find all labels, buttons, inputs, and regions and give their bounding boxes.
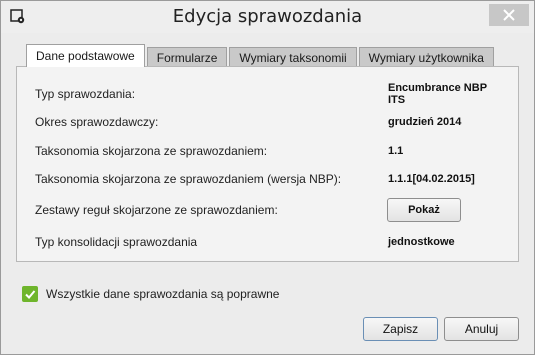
tab-dane-podstawowe[interactable]: Dane podstawowe: [26, 44, 145, 67]
checkmark-icon: [25, 290, 36, 299]
close-button[interactable]: [489, 4, 529, 26]
field-period: Okres sprawozdawczy: grudzień 2014: [35, 112, 505, 132]
data-valid-checkbox[interactable]: [22, 286, 38, 302]
dialog-window: Edycja sprawozdania Dane podstawowe Form…: [0, 0, 535, 355]
consolidation-value: jednostkowe: [388, 236, 455, 248]
data-valid-checkbox-row[interactable]: Wszystkie dane sprawozdania są poprawne: [22, 286, 279, 302]
title-bar[interactable]: Edycja sprawozdania: [1, 1, 534, 33]
taxonomy-nbp-label: Taksonomia skojarzona ze sprawozdaniem (…: [35, 172, 342, 186]
data-valid-label: Wszystkie dane sprawozdania są poprawne: [46, 287, 280, 301]
tab-wymiary-taksonomii[interactable]: Wymiary taksonomii: [229, 47, 357, 67]
tab-panel: Typ sprawozdania: Encumbrance NBP ITS Ok…: [16, 66, 519, 262]
field-taxonomy: Taksonomia skojarzona ze sprawozdaniem: …: [35, 141, 505, 161]
close-icon: [503, 9, 515, 21]
tab-wymiary-uzytkownika[interactable]: Wymiary użytkownika: [358, 47, 494, 67]
report-type-label: Typ sprawozdania:: [35, 87, 136, 101]
field-taxonomy-nbp: Taksonomia skojarzona ze sprawozdaniem (…: [35, 169, 505, 189]
rule-sets-label: Zestawy reguł skojarzone ze sprawozdanie…: [35, 203, 278, 217]
taxonomy-label: Taksonomia skojarzona ze sprawozdaniem:: [35, 144, 268, 158]
cancel-button[interactable]: Anuluj: [444, 317, 519, 341]
save-button[interactable]: Zapisz: [363, 317, 438, 341]
field-report-type: Typ sprawozdania: Encumbrance NBP ITS: [35, 82, 505, 106]
taxonomy-nbp-value: 1.1.1[04.02.2015]: [388, 173, 475, 185]
report-type-value: Encumbrance NBP ITS: [388, 82, 487, 106]
window-title: Edycja sprawozdania: [172, 6, 363, 27]
period-value: grudzień 2014: [388, 116, 462, 128]
show-rules-button[interactable]: Pokaż: [387, 198, 461, 222]
consolidation-label: Typ konsolidacji sprawozdania: [35, 235, 198, 249]
tab-bar: Dane podstawowe Formularze Wymiary takso…: [26, 44, 496, 67]
field-consolidation: Typ konsolidacji sprawozdania jednostkow…: [35, 232, 505, 252]
field-rule-sets: Zestawy reguł skojarzone ze sprawozdanie…: [35, 198, 505, 222]
taxonomy-value: 1.1: [388, 145, 404, 157]
tab-formularze[interactable]: Formularze: [146, 47, 228, 67]
period-label: Okres sprawozdawczy:: [35, 115, 159, 129]
